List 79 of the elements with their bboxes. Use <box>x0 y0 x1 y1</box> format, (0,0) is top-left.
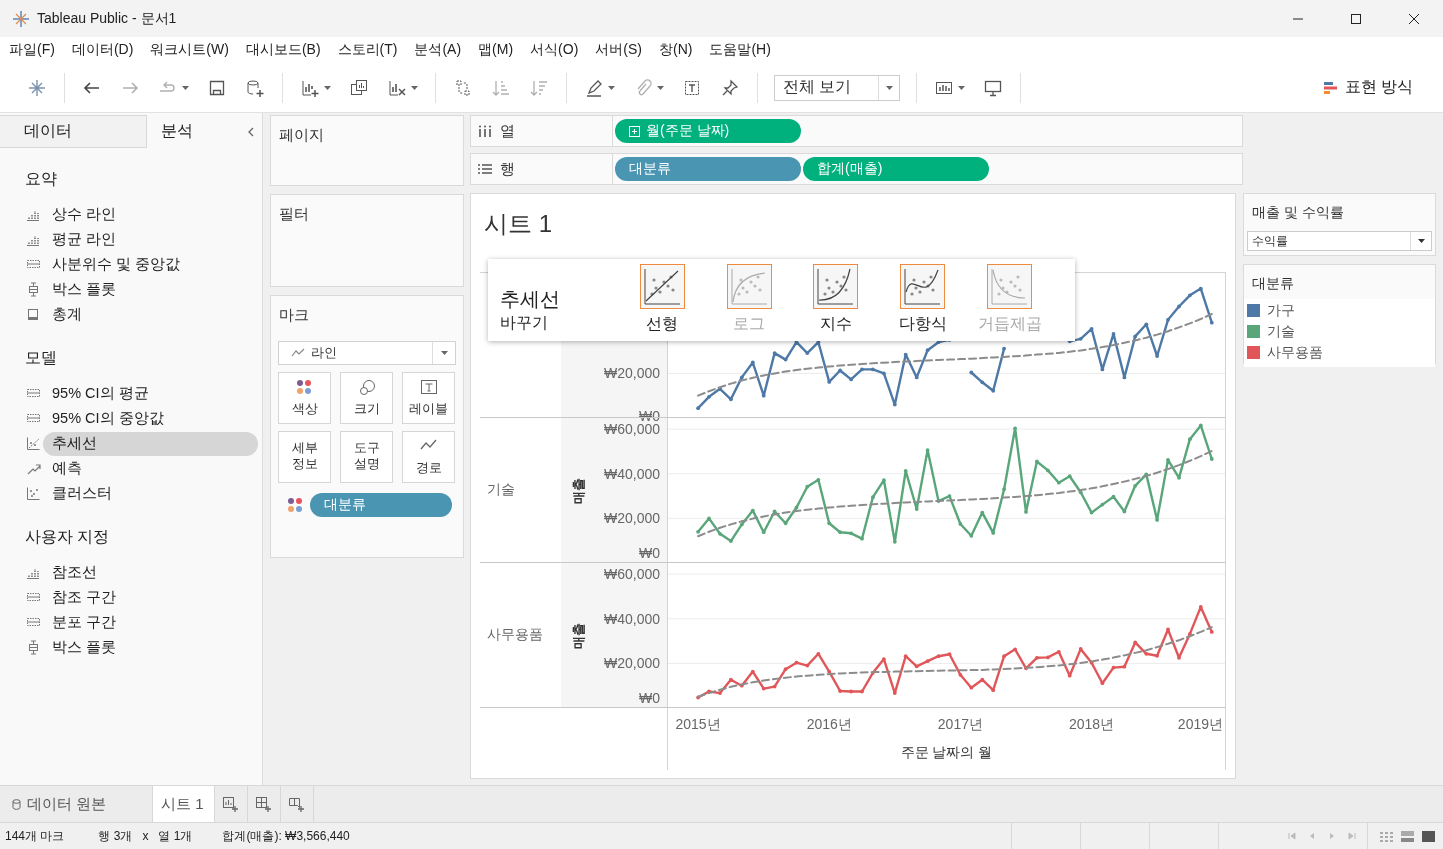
section-heading: 모델 <box>24 348 58 368</box>
marks-button[interactable]: 색상 <box>278 372 331 424</box>
analytics-item[interactable]: 참조선 <box>43 560 258 585</box>
status-text: 행 3개 <box>98 827 133 845</box>
shelf-label: 열 <box>500 121 515 141</box>
axis-tick-label: 2019년 <box>1177 716 1223 732</box>
axis-tick-label: ₩20,000 <box>603 365 660 382</box>
card-title: 페이지 <box>278 125 325 145</box>
card-title: 대분류 <box>1251 274 1295 293</box>
analytics-item[interactable]: 클러스터 <box>43 481 258 506</box>
axis-title: 주문 날짜의 월 <box>900 744 993 760</box>
menu-item[interactable]: 대시보드(B) <box>240 39 326 61</box>
marks-button[interactable]: 세부 정보 <box>278 431 331 483</box>
status-text: x <box>142 829 149 843</box>
trendline-option[interactable]: 선형 <box>618 264 706 335</box>
axis-tick-label: 2018년 <box>1069 716 1115 732</box>
axis-title: 매출 <box>571 622 586 649</box>
axis-title: 매출 <box>571 477 586 504</box>
trendline-option[interactable]: 다항식 <box>879 264 967 335</box>
marks-button[interactable]: 레이블 <box>402 372 455 424</box>
analytics-item[interactable]: 사분위수 및 중앙값 <box>43 252 258 277</box>
marks-button[interactable]: 경로 <box>402 431 455 483</box>
menu-item[interactable]: 파일(F) <box>4 39 60 61</box>
legend-label: 기술 <box>1267 322 1295 341</box>
menu-item[interactable]: 데이터(D) <box>66 39 139 61</box>
axis-tick-label: ₩0 <box>639 690 660 706</box>
analytics-item[interactable]: 박스 플롯 <box>43 635 258 660</box>
menu-item[interactable]: 스토리(T) <box>332 39 403 61</box>
menu-item[interactable]: 창(N) <box>654 39 698 61</box>
view-dropdown[interactable]: 전체 보기 <box>774 74 900 101</box>
card-title: 필터 <box>278 204 310 224</box>
menu-item[interactable]: 맵(M) <box>473 39 519 61</box>
status-text: 합계(매출): ₩3,566,440 <box>222 827 350 845</box>
axis-tick-label: 2015년 <box>675 716 721 732</box>
card-title: 매출 및 수익률 <box>1251 203 1345 222</box>
menu-item[interactable]: 도움말(H) <box>704 39 776 61</box>
trendline-option[interactable]: 지수 <box>792 264 880 335</box>
marks-button[interactable]: 크기 <box>340 372 393 424</box>
shelf-label: 행 <box>500 159 515 179</box>
axis-tick-label: 2016년 <box>806 716 852 732</box>
window-title: Tableau Public - 문서1 <box>37 9 178 28</box>
analytics-item[interactable]: 95% CI의 평균 <box>43 381 258 406</box>
analytics-item[interactable]: 95% CI의 중앙값 <box>43 406 258 431</box>
axis-tick-label: ₩40,000 <box>603 610 660 627</box>
axis-tick-label: ₩0 <box>639 545 660 561</box>
analytics-item[interactable]: 총계 <box>43 302 258 327</box>
marks-button[interactable]: 도구 설명 <box>340 431 393 483</box>
status-text: 144개 마크 <box>5 827 65 845</box>
analytics-item[interactable]: 예측 <box>43 456 258 481</box>
analytics-item[interactable]: 분포 구간 <box>43 610 258 635</box>
card-title: 마크 <box>278 305 310 325</box>
legend-label: 가구 <box>1267 301 1295 320</box>
sheet-title: 시트 1 <box>483 209 553 239</box>
axis-tick-label: ₩60,000 <box>603 566 660 583</box>
status-text: 열 1개 <box>158 827 193 845</box>
menu-item[interactable]: 서식(O) <box>525 39 584 61</box>
analytics-item[interactable]: 박스 플롯 <box>43 277 258 302</box>
sheet-tab[interactable]: 시트 1 <box>153 786 215 822</box>
mark-type-dropdown[interactable]: 라인 <box>278 341 456 365</box>
analytics-item[interactable]: 참조 구간 <box>43 585 258 610</box>
analytics-item[interactable]: 상수 라인 <box>43 202 258 227</box>
analytics-item[interactable]: 추세선 <box>43 431 258 456</box>
analytics-item[interactable]: 평균 라인 <box>43 227 258 252</box>
section-heading: 요약 <box>24 169 58 189</box>
menu-item[interactable]: 분석(A) <box>409 39 467 61</box>
axis-tick-label: ₩20,000 <box>603 510 660 527</box>
show-me-button[interactable]: 표현 방식 <box>1317 76 1419 99</box>
popup-subtitle: 바꾸기 <box>500 313 549 333</box>
popup-title: 추세선 <box>500 288 561 310</box>
axis-tick-label: 2017년 <box>937 716 983 732</box>
axis-tick-label: ₩60,000 <box>603 421 660 438</box>
axis-tick-label: ₩20,000 <box>603 655 660 672</box>
legend-label: 사무용품 <box>1267 343 1323 362</box>
menu-item[interactable]: 워크시트(W) <box>145 39 234 61</box>
axis-tick-label: ₩40,000 <box>603 465 660 482</box>
section-heading: 사용자 지정 <box>24 527 111 547</box>
menu-item[interactable]: 서버(S) <box>590 39 647 61</box>
panel-tab[interactable]: 데이터 <box>0 115 147 148</box>
measure-dropdown[interactable]: 수익률 <box>1247 231 1432 251</box>
